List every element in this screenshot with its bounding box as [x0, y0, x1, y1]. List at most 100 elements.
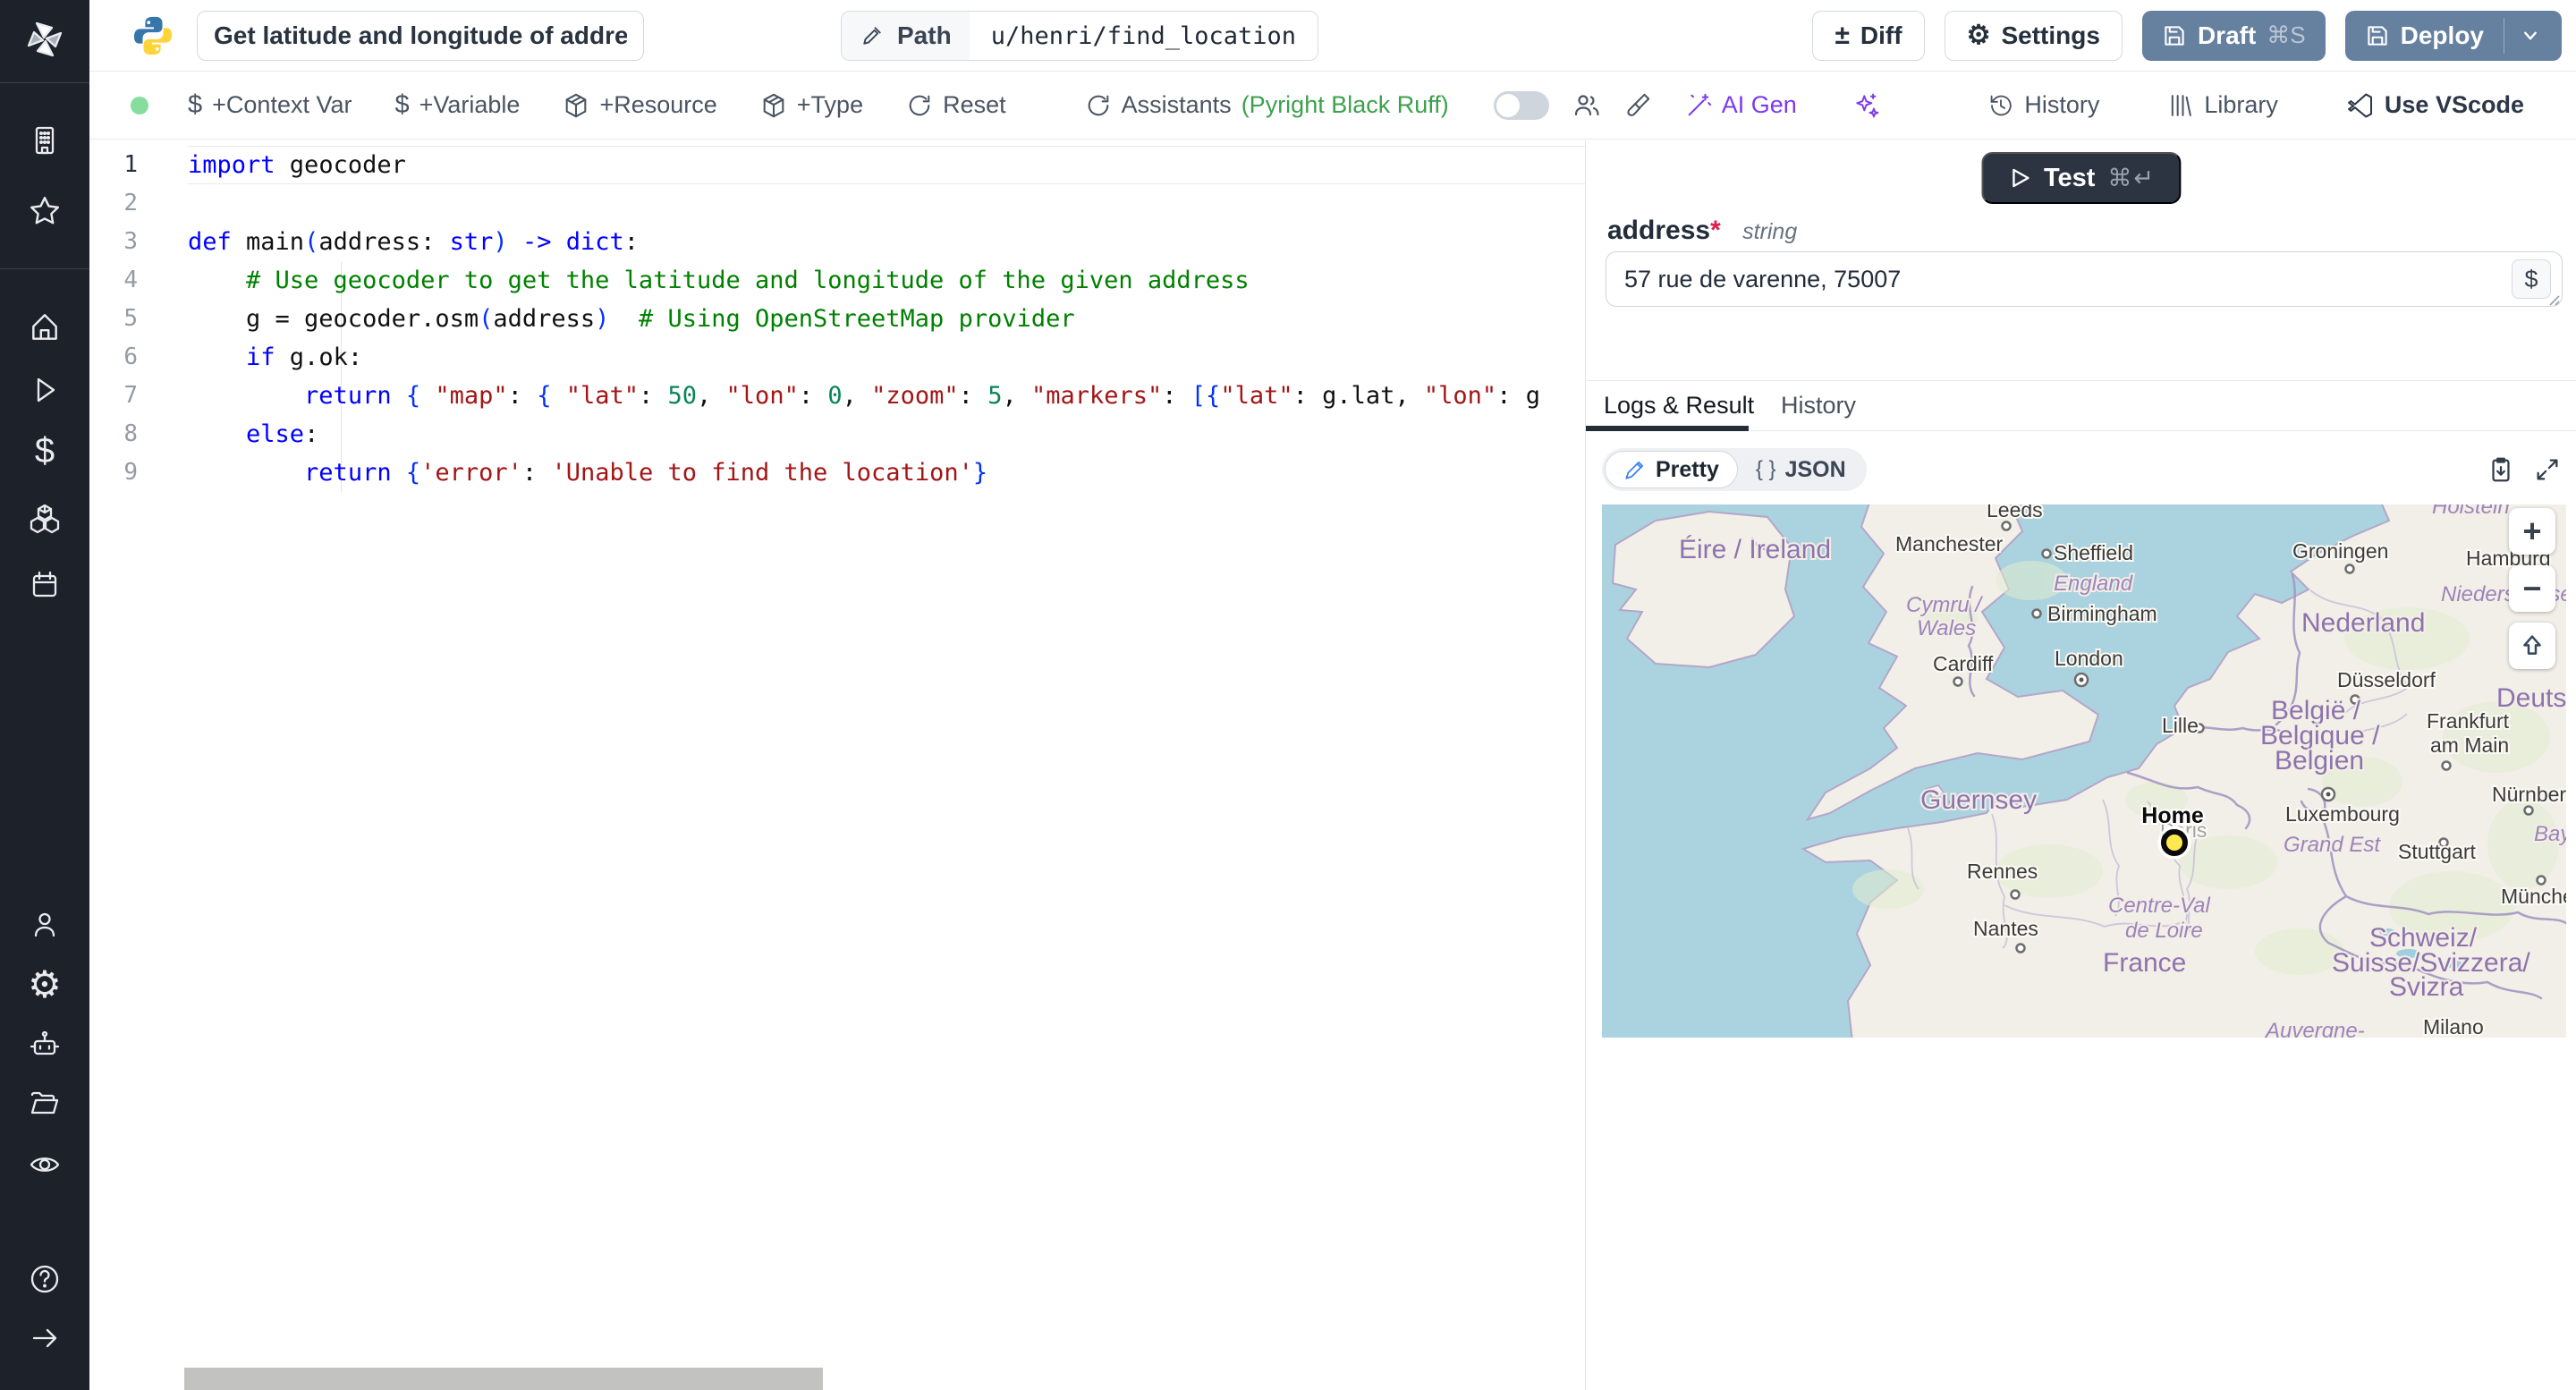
- pencil-icon: [863, 27, 881, 45]
- sidebar-divider: [0, 268, 89, 269]
- test-button[interactable]: Test ⌘↵: [1980, 152, 2182, 204]
- topbar: Path u/henri/find_location ± Diff ⚙ Sett…: [89, 0, 2576, 72]
- map-reset-view-button[interactable]: [2509, 623, 2555, 669]
- deploy-button[interactable]: Deploy: [2344, 10, 2562, 61]
- add-variable-button[interactable]: $ +Variable: [373, 90, 541, 120]
- robot-icon[interactable]: [25, 1025, 64, 1064]
- copy-result-icon[interactable]: [2487, 455, 2515, 484]
- reset-button[interactable]: Reset: [885, 91, 1028, 119]
- history-button[interactable]: History: [1966, 91, 2121, 119]
- vscode-button[interactable]: Use VScode: [2325, 91, 2546, 120]
- add-context-var-button[interactable]: $ +Context Var: [166, 90, 373, 120]
- json-label: JSON: [1784, 456, 1846, 482]
- map-label: Svizra: [2389, 972, 2464, 1002]
- sparkles-icon[interactable]: [1842, 91, 1892, 120]
- toggle-knob: [1496, 93, 1520, 117]
- add-resource-button[interactable]: +Resource: [541, 91, 738, 119]
- result-tabs: Logs & Result History: [1586, 380, 2576, 431]
- save-icon: [2165, 25, 2184, 46]
- map-label: Holstein: [2432, 504, 2510, 519]
- add-type-button[interactable]: +Type: [739, 91, 885, 119]
- map-label: am Main: [2430, 733, 2509, 757]
- settings-gear-icon[interactable]: ⚙: [25, 963, 64, 1005]
- map-label: de Loire: [2125, 919, 2203, 943]
- gear-icon: ⚙: [1966, 20, 1991, 50]
- schedules-calendar-icon[interactable]: [25, 565, 64, 605]
- favorites-star-icon[interactable]: [25, 191, 64, 231]
- editor-toolbar: $ +Context Var $ +Variable +Resource +Ty…: [89, 72, 2576, 140]
- draft-button[interactable]: Draft ⌘S: [2141, 10, 2326, 61]
- fullscreen-icon[interactable]: [2533, 455, 2562, 484]
- assistants-button[interactable]: Assistants (Pyright Black Ruff): [1063, 91, 1470, 119]
- chevron-down-icon[interactable]: [2519, 24, 2542, 47]
- map-label: Leeds: [1987, 504, 2043, 521]
- status-dot: [131, 96, 148, 114]
- code-lines[interactable]: import geocoder def main(address: str) ->…: [188, 146, 1585, 492]
- sidebar-divider: [0, 82, 89, 83]
- settings-button[interactable]: ⚙ Settings: [1944, 10, 2123, 61]
- address-input[interactable]: [1606, 251, 2563, 307]
- code-editor[interactable]: 123456789 import geocoder def main(addres…: [89, 140, 1585, 1390]
- pretty-toggle[interactable]: Pretty: [1605, 451, 1738, 488]
- json-toggle[interactable]: { } JSON: [1738, 457, 1864, 483]
- multiplayer-users-icon[interactable]: [1562, 91, 1612, 120]
- resources-boxes-icon[interactable]: [25, 499, 64, 538]
- ai-gen-button[interactable]: AI Gen: [1664, 91, 1818, 119]
- map-label: Rennes: [1967, 860, 2038, 883]
- path-editor[interactable]: Path u/henri/find_location: [841, 11, 1319, 61]
- library-label: Library: [2204, 91, 2278, 118]
- format-brush-icon[interactable]: [1612, 92, 1664, 119]
- result-map[interactable]: Leeds Manchester Sheffield Éire / Ireland En…: [1602, 504, 2566, 1038]
- library-button[interactable]: Library: [2146, 91, 2300, 119]
- settings-label: Settings: [2001, 21, 2100, 49]
- folder-icon[interactable]: [25, 1084, 64, 1123]
- map-label: Guernsey: [1920, 785, 2037, 815]
- assistants-detail: (Pyright Black Ruff): [1241, 91, 1449, 118]
- windmill-logo-icon[interactable]: [25, 20, 64, 59]
- runs-play-icon[interactable]: [25, 370, 64, 410]
- map-label: England: [2054, 572, 2133, 596]
- map-canvas: Leeds Manchester Sheffield Éire / Ireland En…: [1602, 504, 2566, 1038]
- refresh-icon: [1088, 95, 1108, 115]
- format-switch: Pretty { } JSON: [1602, 448, 1867, 491]
- pretty-label: Pretty: [1656, 456, 1719, 482]
- assistants-label: Assistants: [1121, 91, 1232, 118]
- package-icon: [566, 93, 587, 117]
- map-label: Birmingham: [2047, 602, 2157, 625]
- map-label: München: [2501, 885, 2566, 908]
- insert-variable-button[interactable]: $: [2512, 259, 2551, 299]
- assistant-toggle[interactable]: [1493, 90, 1549, 120]
- home-icon[interactable]: [25, 308, 64, 347]
- map-zoom-in-button[interactable]: +: [2509, 508, 2555, 555]
- script-title-input[interactable]: [197, 10, 644, 61]
- map-zoom-out-button[interactable]: −: [2509, 565, 2555, 612]
- path-label: Path: [897, 21, 952, 49]
- map-label: Groningen: [2292, 539, 2388, 563]
- tab-history[interactable]: History: [1781, 381, 1856, 430]
- plus-minus-icon: ±: [1835, 20, 1850, 50]
- braces-icon: { }: [1755, 457, 1776, 481]
- ai-gen-label: AI Gen: [1721, 91, 1797, 118]
- map-label: Frankfurt: [2427, 709, 2510, 733]
- eye-icon[interactable]: [25, 1145, 64, 1184]
- arrow-up-icon: [2523, 635, 2541, 655]
- refresh-icon: [909, 95, 930, 115]
- workspace-building-icon[interactable]: [25, 121, 64, 160]
- resize-handle-icon[interactable]: [2546, 292, 2561, 307]
- test-shortcut: ⌘↵: [2107, 164, 2157, 191]
- map-label: Grand Est: [2284, 833, 2381, 857]
- library-books-icon: [2172, 94, 2192, 116]
- user-icon[interactable]: [25, 905, 64, 945]
- horizontal-scrollbar[interactable]: [184, 1368, 823, 1390]
- variables-dollar-icon[interactable]: $: [25, 431, 64, 470]
- home-marker-label: Home: [2141, 803, 2204, 828]
- vscode-icon: [2348, 93, 2372, 117]
- tab-logs-result[interactable]: Logs & Result: [1604, 381, 1754, 430]
- collapse-arrow-icon[interactable]: [25, 1318, 64, 1358]
- play-icon: [2012, 168, 2029, 188]
- help-icon[interactable]: [25, 1259, 64, 1299]
- app-sidebar: $ ⚙: [0, 0, 89, 1390]
- map-label: Nürnberg: [2492, 783, 2566, 806]
- diff-button[interactable]: ± Diff: [1812, 10, 1925, 61]
- map-label: Wales: [1917, 616, 1976, 640]
